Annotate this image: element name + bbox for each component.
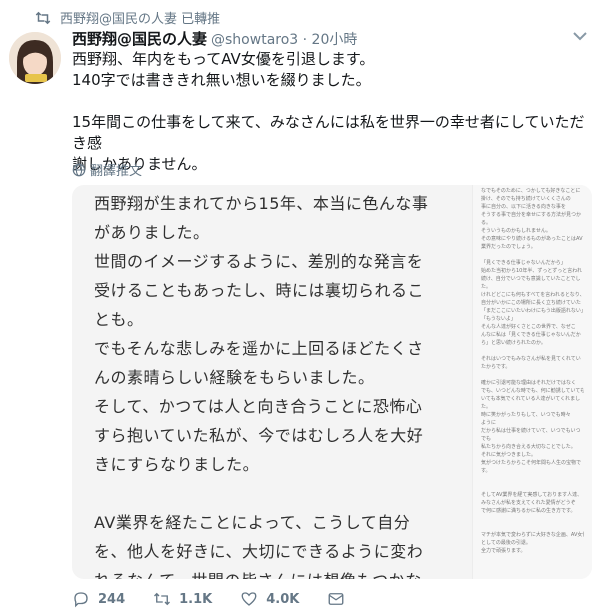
image-side-line: 時に笑かがったりもして、いつでも時々 (481, 412, 571, 418)
tweet-actions: 244 1.1K 4.0K (72, 590, 373, 608)
image-text-line: がありました。 (94, 223, 210, 242)
retweet-button[interactable]: 1.1K (153, 590, 212, 608)
image-side-line: だから私は仕事を続けていて、いつでもいつ (481, 428, 581, 434)
image-text-line: すら抱いていた私が、今ではむしろ人を大好 (94, 426, 424, 445)
image-text-line: んの素晴らしい経験をもらいました。 (94, 368, 375, 387)
image-side-line: 「見くできる仕事じゃないんだから」 (481, 260, 566, 266)
image-side-gap (481, 483, 584, 491)
image-side-line: る。 (481, 220, 492, 226)
image-side-line: す。 (481, 468, 491, 474)
image-side-line: としての最後の引退。 (481, 540, 531, 546)
image-side-line: そしてAV業界を経て実感しております人達、 (481, 492, 583, 498)
image-side-line: 掛け、そのでも持ち続けていくくさんの (481, 196, 571, 202)
image-side-line: それはいつでもみなさんが私を見てくれてい (481, 356, 581, 362)
image-side-line: 「まだここにいたいわけにもう出版語れない」 (481, 308, 584, 314)
caret-down-icon[interactable] (572, 30, 588, 42)
message-button[interactable] (327, 590, 345, 608)
image-side-line: た。 (481, 404, 492, 410)
image-side-line: 確かに引退可能な理由はそれだけではなく (481, 380, 577, 386)
message-icon (328, 593, 344, 605)
retweet-banner[interactable]: 西野翔@国民の人妻 已轉推 (34, 8, 220, 27)
image-side-gap (481, 515, 584, 523)
image-side-line: そういうものかもしれません。 (481, 228, 551, 234)
image-side-line: でも、いつどんな時でも、何に勧誘していても (481, 388, 584, 394)
image-side-line: そんな人達が好くさとこの世界で、なぜこ (481, 324, 576, 330)
image-side-line: 続け、自分でいつでも意識していたことでし (481, 276, 581, 282)
image-side-line: んなに私は「見くできる仕事じゃないんだか (481, 332, 581, 338)
tweet-line: 西野翔、年内をもってAV女優を引退します。 (72, 50, 375, 68)
image-side-line: なでもそのために、つかしても好きなことに (481, 188, 581, 194)
retweet-icon (35, 11, 51, 24)
image-main-text: 西野翔が生まれてから15年、本当に色んな事 がありました。世間のイメージするように… (94, 189, 464, 579)
image-side-line: 事に自分の、以下に活きる向きな事を (481, 204, 566, 210)
image-side-line: ように (481, 420, 497, 426)
image-side-line: マチが本気で変わらずに大好きな企画、AV女優 (481, 532, 584, 538)
like-count: 4.0K (266, 591, 300, 607)
image-side-line: 「もうないよ」 (481, 316, 516, 322)
like-button[interactable]: 4.0K (240, 590, 299, 608)
image-side-line: 私たちから向き合える大切なことでした。 (481, 444, 576, 450)
image-side-line: その意味にやり続けるものがあったことはAV (481, 236, 583, 242)
retweet-count: 1.1K (179, 591, 213, 607)
image-text-line: を、他人を好きに、大切にできるように変わ (94, 542, 424, 561)
image-text-line: 受けることもあったし、時には裏切られるこ (94, 281, 425, 300)
image-side-line: 始めた当初から10年半、ずっとずっと言われ (481, 268, 582, 274)
attached-image[interactable]: 西野翔が生まれてから15年、本当に色んな事 がありました。世間のイメージするように… (72, 185, 592, 579)
retweet-icon (154, 592, 171, 606)
image-text-line: AV業界を経たことによって、こうして自分 (94, 513, 411, 532)
tweet-line: 15年間この仕事をして来て、みなさんには私を世界一の幸せ者にしていただき感 (72, 113, 585, 152)
image-side-line: たからです。 (481, 364, 511, 370)
image-text-gap (94, 479, 464, 508)
image-side-line: 業界だったのでしょう。 (481, 244, 536, 250)
image-text-line: でもそんな悲しみを遥かに上回るほどたくさ (94, 339, 424, 358)
tweet-text: 西野翔、年内をもってAV女優を引退します。 140字では書ききれ無い想いを綴りま… (72, 49, 592, 175)
image-side-line: いても本気でくれている人達がいてくれまし (481, 396, 581, 402)
image-side-line: けれどどこにも何もすべてを言われるとなり、 (481, 292, 584, 298)
reply-button[interactable]: 244 (72, 590, 125, 608)
image-text-line: 西野翔が生まれてから15年、本当に色んな事 (94, 194, 429, 213)
image-side-gap (481, 347, 584, 355)
reply-icon (74, 592, 88, 608)
tweet-line: 謝しかありません。 (72, 155, 207, 173)
image-text-line: きにすらなりました。 (94, 455, 260, 474)
image-side-line: それに気がつきました。 (481, 452, 537, 458)
handle-and-time[interactable]: @showtaro3 · 20小時 (211, 29, 357, 49)
translate-tweet-link[interactable]: 翻譯推文 (72, 160, 142, 179)
like-icon (241, 592, 257, 606)
reply-count: 244 (98, 591, 126, 607)
tweet-line: 140字では書ききれ無い想いを綴りました。 (72, 71, 371, 89)
image-side-gap (481, 371, 584, 379)
image-side-gap (481, 251, 584, 259)
image-text-line: とも。 (94, 310, 144, 329)
image-side-line: 気がつけたらからこそ何年間も人生の宝物で (481, 460, 582, 466)
globe-icon (72, 163, 86, 176)
image-text-line: れるなんて、世間の皆さんには想像もつかな (94, 566, 464, 579)
image-side-line: みなさんが私を支えてくれた愛情がどうぞ (481, 500, 576, 506)
translate-label: 翻譯推文 (90, 164, 143, 179)
image-side-line: ら」と思い続けられたのか。 (481, 340, 546, 346)
image-side-line: 全力で頑張ります。 (481, 548, 526, 554)
avatar[interactable] (9, 32, 61, 84)
image-side-gap (481, 475, 584, 483)
image-text-line: そして、かつては人と向き合うことに恐怖心 (94, 397, 423, 416)
avatar-image (9, 32, 61, 84)
display-name[interactable]: 西野翔@国民の人妻 (72, 28, 207, 49)
image-side-line: そうする事で自分を幸せにする方法が見つか (481, 212, 582, 218)
image-side-line: で何に感謝に満ちるかに私の生き方です。 (481, 508, 576, 514)
image-side-text: なでもそのために、つかしても好きなことに 掛け、そのでも持ち続けていくくさんの 事に… (472, 185, 592, 579)
tweet-line-gap (72, 91, 592, 112)
tweet-header: 西野翔@国民の人妻 @showtaro3 · 20小時 (72, 28, 357, 49)
image-side-line: た。 (481, 284, 492, 290)
image-side-line: 自分がいかにこの場所に長く立ち続けていた (481, 300, 581, 306)
image-side-gap (481, 523, 584, 531)
image-side-line: でも (481, 436, 492, 442)
image-text-line: 世間のイメージするように、差別的な発言を (94, 252, 424, 271)
retweet-banner-label: 西野翔@国民の人妻 已轉推 (60, 12, 221, 27)
